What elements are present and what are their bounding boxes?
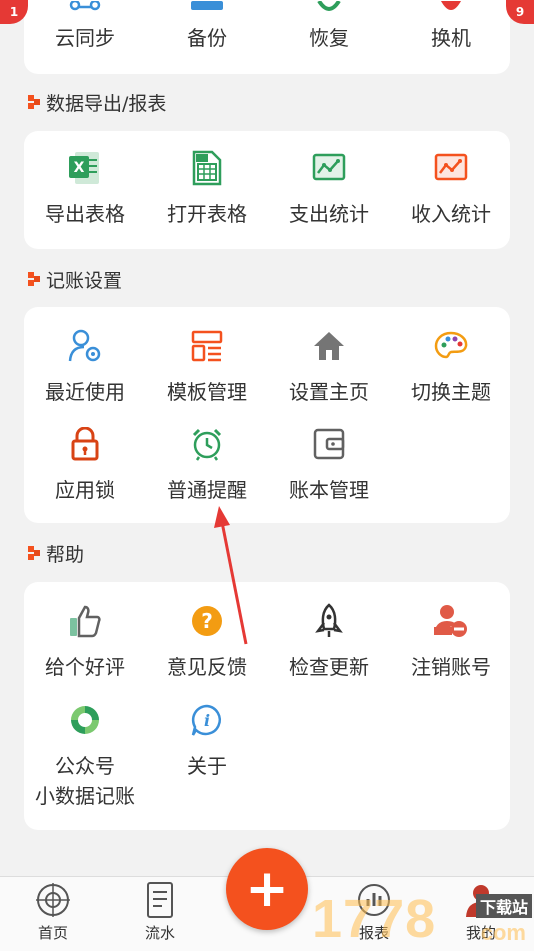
wallet-icon	[311, 426, 347, 462]
feedback-label: 意见反馈	[167, 655, 247, 679]
rocket-icon	[311, 603, 347, 639]
section-title-settings-text: 记账设置	[46, 269, 123, 292]
home-icon	[311, 328, 347, 364]
alarm-clock-icon	[189, 426, 225, 462]
excel-icon: X	[67, 150, 103, 186]
delete-account-label: 注销账号	[411, 655, 491, 679]
about-button[interactable]: i 关于	[146, 702, 268, 780]
watermark-number: 1778	[312, 889, 437, 949]
set-homepage-label: 设置主页	[289, 380, 369, 404]
palette-icon	[433, 328, 469, 364]
open-spreadsheet-button[interactable]: 打开表格	[146, 150, 268, 228]
cloud-sync-icon	[67, 0, 103, 14]
spreadsheet-icon	[189, 150, 225, 186]
cloud-sync-label: 云同步	[55, 26, 115, 50]
watermark-com: com	[480, 920, 526, 945]
template-manage-button[interactable]: 模板管理	[146, 328, 268, 406]
tab-flow-label: 流水	[144, 924, 175, 942]
switch-theme-button[interactable]: 切换主题	[390, 328, 512, 406]
expense-stats-label: 支出统计	[289, 202, 369, 226]
svg-text:X: X	[74, 160, 85, 176]
corner-left-text: 1	[9, 5, 19, 19]
backup-button[interactable]: 备份	[146, 0, 268, 52]
restore-label: 恢复	[309, 26, 349, 50]
remove-user-icon	[433, 603, 469, 639]
user-gear-icon	[67, 328, 103, 364]
recent-use-button[interactable]: 最近使用	[24, 328, 146, 406]
section-marker-icon	[28, 95, 40, 109]
plus-icon: +	[245, 859, 289, 919]
watermark-site: 下载站	[475, 894, 532, 918]
check-update-button[interactable]: 检查更新	[268, 603, 390, 681]
open-spreadsheet-label: 打开表格	[167, 202, 247, 226]
home-target-icon	[35, 882, 71, 918]
wechat-account-sublabel: 小数据记账	[35, 784, 135, 808]
cloud-sync-button[interactable]: 云同步	[24, 0, 146, 52]
income-chart-icon	[433, 150, 469, 186]
app-lock-button[interactable]: 应用锁	[24, 426, 146, 504]
tab-home-label: 首页	[37, 924, 68, 942]
feedback-button[interactable]: ? 意见反馈	[146, 603, 268, 681]
restore-icon	[311, 0, 347, 14]
document-icon	[142, 882, 178, 918]
section-title-help-text: 帮助	[46, 543, 85, 566]
corner-right-text: 9	[515, 5, 525, 19]
rate-app-button[interactable]: 给个好评	[24, 603, 146, 681]
app-lock-label: 应用锁	[55, 478, 115, 502]
section-title-export-text: 数据导出/报表	[46, 92, 167, 115]
info-icon: i	[189, 702, 225, 738]
thumbs-up-icon	[67, 603, 103, 639]
normal-reminder-label: 普通提醒	[167, 478, 247, 502]
question-icon: ?	[189, 603, 225, 639]
check-update-label: 检查更新	[289, 655, 369, 679]
tab-home[interactable]: 首页	[13, 882, 93, 943]
export-excel-button[interactable]: X 导出表格	[24, 150, 146, 228]
section-marker-icon	[28, 272, 40, 286]
expense-stats-button[interactable]: 支出统计	[268, 150, 390, 228]
set-homepage-button[interactable]: 设置主页	[268, 328, 390, 406]
wechat-account-button[interactable]: 公众号 小数据记账	[24, 702, 146, 810]
recent-use-label: 最近使用	[45, 380, 125, 404]
template-icon	[189, 328, 225, 364]
section-title-help: 帮助	[28, 541, 85, 566]
income-stats-button[interactable]: 收入统计	[390, 150, 512, 228]
section-title-export: 数据导出/报表	[28, 90, 167, 115]
switch-device-label: 换机	[431, 26, 471, 50]
expense-chart-icon	[311, 150, 347, 186]
svg-text:i: i	[204, 711, 210, 730]
rate-app-label: 给个好评	[45, 655, 125, 679]
ledger-manage-label: 账本管理	[289, 478, 369, 502]
backup-icon	[189, 0, 225, 14]
add-record-button[interactable]: +	[226, 848, 308, 930]
income-stats-label: 收入统计	[411, 202, 491, 226]
switch-theme-label: 切换主题	[411, 380, 491, 404]
wechat-account-label: 公众号	[55, 754, 115, 778]
section-marker-icon	[28, 546, 40, 560]
svg-text:?: ?	[201, 609, 213, 633]
restore-button[interactable]: 恢复	[268, 0, 390, 52]
backup-label: 备份	[187, 26, 227, 50]
tab-flow[interactable]: 流水	[120, 882, 200, 943]
switch-device-button[interactable]: 换机	[390, 0, 512, 52]
ledger-manage-button[interactable]: 账本管理	[268, 426, 390, 504]
export-excel-label: 导出表格	[45, 202, 125, 226]
lock-icon	[67, 426, 103, 462]
template-manage-label: 模板管理	[167, 380, 247, 404]
wechat-icon	[67, 702, 103, 738]
watermark: 1778 下载站 com	[312, 880, 534, 950]
delete-account-button[interactable]: 注销账号	[390, 603, 512, 681]
about-label: 关于	[187, 754, 227, 778]
section-title-settings: 记账设置	[28, 267, 123, 292]
switch-device-icon	[433, 0, 469, 14]
normal-reminder-button[interactable]: 普通提醒	[146, 426, 268, 504]
